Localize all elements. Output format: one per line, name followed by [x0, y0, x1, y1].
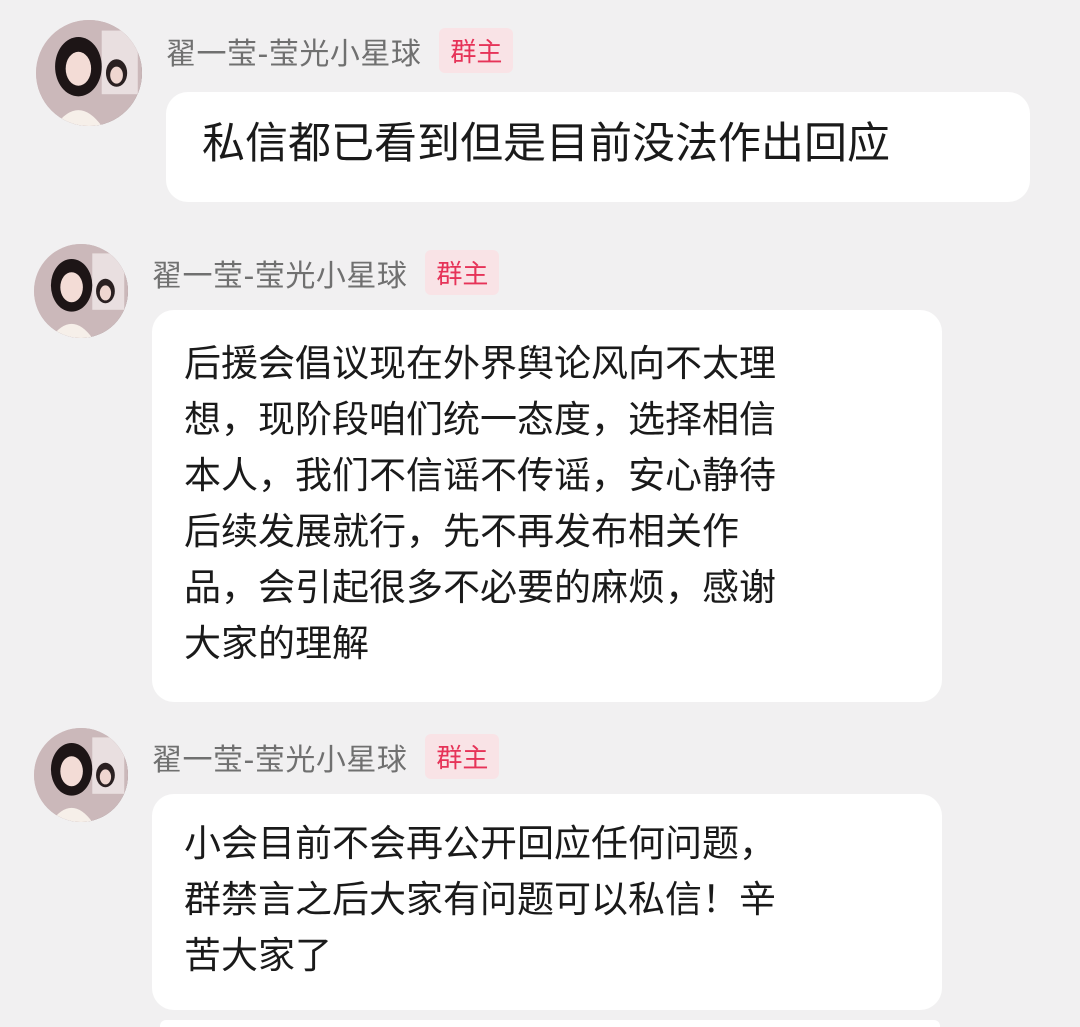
profile-photo-icon [36, 20, 142, 126]
owner-badge: 群主 [439, 28, 514, 73]
sender-name[interactable]: 翟一莹-莹光小星球 [152, 251, 407, 295]
message-text: 私信都已看到但是目前没法作出回应 [202, 119, 890, 169]
avatar[interactable] [36, 20, 142, 126]
message-text: 小会目前不会再公开回应任何问题， 群禁言之后大家有问题可以私信！辛 苦大家了 [184, 822, 776, 977]
avatar[interactable] [34, 244, 128, 338]
profile-photo-icon [34, 728, 128, 822]
chat-view: 翟一莹-莹光小星球 群主 私信都已看到但是目前没法作出回应 翟一莹-莹光小星球 … [0, 0, 1080, 1027]
sender-name[interactable]: 翟一莹-莹光小星球 [152, 735, 407, 779]
profile-photo-icon [34, 244, 128, 338]
message-text: 后援会倡议现在外界舆论风向不太理 想，现阶段咱们统一态度，选择相信 本人，我们不… [184, 342, 776, 665]
next-message-bubble-edge [160, 1020, 940, 1027]
avatar[interactable] [34, 728, 128, 822]
message-bubble[interactable]: 私信都已看到但是目前没法作出回应 [166, 92, 1030, 202]
message-bubble[interactable]: 后援会倡议现在外界舆论风向不太理 想，现阶段咱们统一态度，选择相信 本人，我们不… [152, 310, 942, 702]
message-header: 翟一莹-莹光小星球 群主 [152, 250, 500, 295]
owner-badge: 群主 [425, 250, 500, 295]
sender-name[interactable]: 翟一莹-莹光小星球 [166, 29, 421, 73]
owner-badge: 群主 [425, 734, 500, 779]
message-header: 翟一莹-莹光小星球 群主 [166, 28, 514, 73]
message-header: 翟一莹-莹光小星球 群主 [152, 734, 500, 779]
message-bubble[interactable]: 小会目前不会再公开回应任何问题， 群禁言之后大家有问题可以私信！辛 苦大家了 [152, 794, 942, 1010]
